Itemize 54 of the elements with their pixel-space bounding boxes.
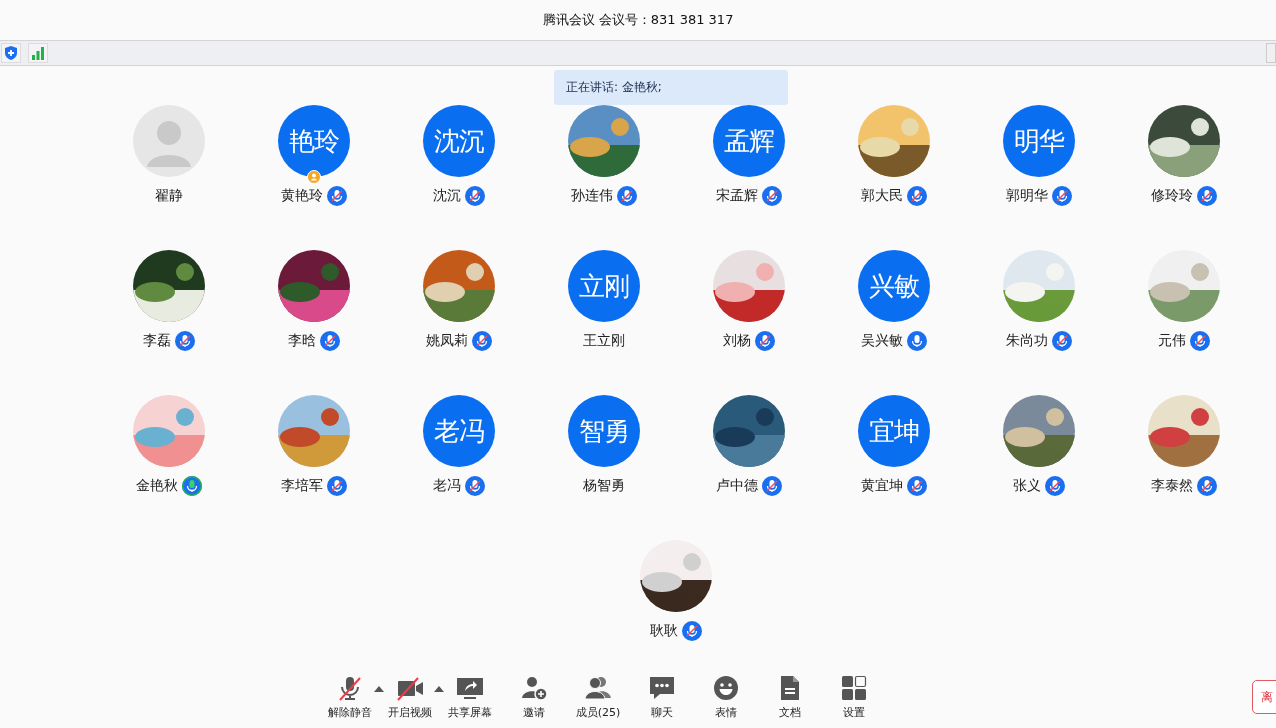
participant-name: 金艳秋: [135, 477, 178, 495]
participant-name: 黄宜坤: [860, 477, 903, 495]
shield-icon[interactable]: [1, 43, 21, 63]
emoji-button[interactable]: 表情: [694, 672, 758, 722]
participant-name: 李泰然: [1150, 477, 1193, 495]
settings-button[interactable]: 设置: [822, 672, 886, 722]
initials-avatar: 智勇: [567, 395, 640, 467]
participant-name: 宋孟辉: [715, 187, 758, 205]
window-title: 腾讯会议 会议号：831 381 317: [542, 11, 734, 29]
participant-name: 李磊: [142, 332, 171, 350]
participant-name: 翟静: [154, 187, 183, 205]
side-handle[interactable]: [1266, 43, 1276, 63]
participant-name: 吴兴敏: [860, 332, 903, 350]
signal-icon[interactable]: [28, 43, 48, 63]
speaking-tooltip: 正在讲话: 金艳秋;: [554, 70, 788, 105]
participant-name: 修玲玲: [1150, 187, 1193, 205]
docs-button[interactable]: 文档: [758, 672, 822, 722]
participant-name: 姚凤莉: [425, 332, 468, 350]
leave-button[interactable]: 离: [1252, 680, 1276, 714]
caret-icon[interactable]: [434, 686, 444, 692]
participant-name: 王立刚: [582, 332, 625, 350]
initials-avatar: 立刚: [567, 250, 640, 322]
participant-name: 杨智勇: [582, 477, 625, 495]
participant-name: 孙连伟: [570, 187, 613, 205]
chat-button[interactable]: 聊天: [630, 672, 694, 722]
participant-name: 朱尚功: [1005, 332, 1048, 350]
initials-avatar: 兴敏: [857, 250, 930, 322]
participant-name: 刘杨: [722, 332, 751, 350]
add-person-icon: [520, 674, 548, 702]
caret-icon[interactable]: [374, 686, 384, 692]
participant-name: 元伟: [1157, 332, 1186, 350]
participant-name: 李培军: [280, 477, 323, 495]
initials-avatar: 沈沉: [422, 105, 495, 177]
participant-name: 卢中德: [715, 477, 758, 495]
chat-bubble-icon: [648, 674, 676, 702]
invite-button[interactable]: 邀请: [502, 672, 566, 722]
participant-name: 李晗: [287, 332, 316, 350]
smiley-icon: [712, 674, 740, 702]
people-icon: [584, 674, 612, 702]
participant-name: 沈沉: [432, 187, 461, 205]
members-button[interactable]: 成员(25): [566, 672, 630, 722]
participant-name: 老冯: [432, 477, 461, 495]
participant-name: 郭大民: [860, 187, 903, 205]
initials-avatar: 宜坤: [857, 395, 930, 467]
initials-avatar: 明华: [1002, 105, 1075, 177]
initials-avatar: 老冯: [422, 395, 495, 467]
initials-avatar: 艳玲: [277, 105, 350, 177]
participant-name: 黄艳玲: [280, 187, 323, 205]
muted-microphone-icon: [336, 674, 364, 702]
participant-name: 耿耿: [650, 622, 678, 640]
grid-icon: [840, 674, 868, 702]
initials-avatar: 孟辉: [712, 105, 785, 177]
participant-name: 张义: [1012, 477, 1041, 495]
participant-name: 郭明华: [1005, 187, 1048, 205]
